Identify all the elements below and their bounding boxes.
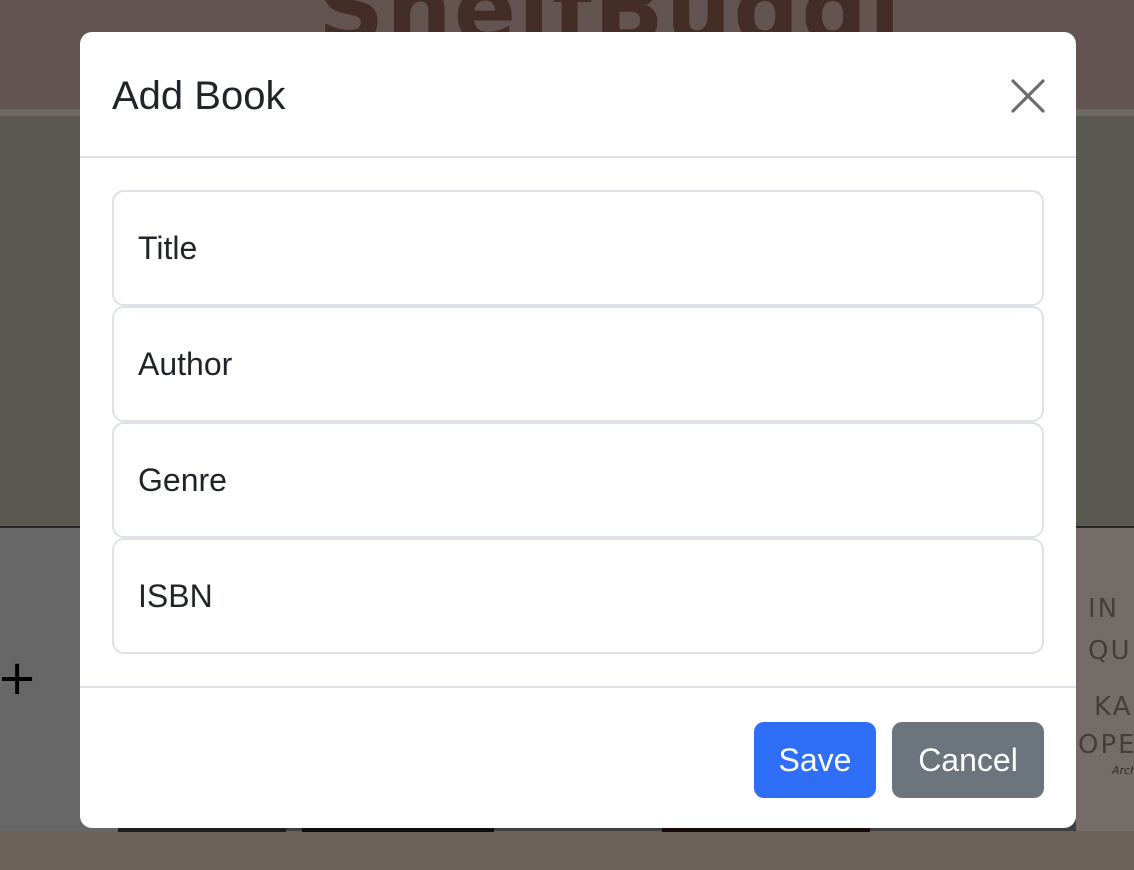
genre-field-label: Genre — [138, 462, 227, 498]
author-field[interactable]: Author — [112, 306, 1044, 422]
modal-footer: Save Cancel — [80, 686, 1076, 828]
modal-title: Add Book — [112, 74, 286, 118]
add-book-modal: Add Book Title Author Genre ISBN Save Ca… — [80, 32, 1076, 828]
save-button[interactable]: Save — [754, 722, 876, 798]
cancel-button[interactable]: Cancel — [892, 722, 1044, 798]
genre-field[interactable]: Genre — [112, 422, 1044, 538]
modal-header: Add Book — [80, 32, 1076, 158]
close-button[interactable] — [1004, 72, 1052, 120]
isbn-field-label: ISBN — [138, 578, 213, 614]
title-field[interactable]: Title — [112, 190, 1044, 306]
modal-body: Title Author Genre ISBN — [80, 158, 1076, 688]
close-icon — [1011, 79, 1045, 113]
isbn-field[interactable]: ISBN — [112, 538, 1044, 654]
title-field-label: Title — [138, 230, 198, 266]
author-field-label: Author — [138, 346, 233, 382]
